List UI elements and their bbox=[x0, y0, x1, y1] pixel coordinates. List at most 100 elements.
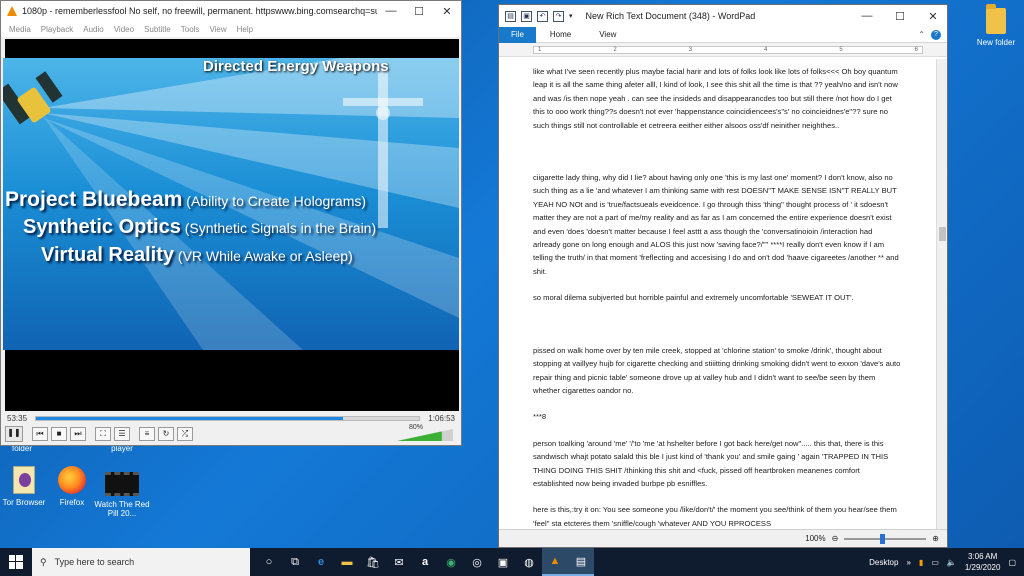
seek-bar[interactable] bbox=[35, 415, 421, 421]
clock-time: 3:06 AM bbox=[967, 552, 998, 561]
playlist-button[interactable]: ≡ bbox=[139, 427, 155, 441]
maximize-button[interactable]: ☐ bbox=[405, 5, 433, 18]
cortana-icon[interactable]: ○ bbox=[256, 548, 282, 576]
clock-date: 1/29/2020 bbox=[964, 563, 1001, 572]
zoom-in-button[interactable]: ⊕ bbox=[932, 534, 939, 543]
collapse-ribbon-icon[interactable]: ⌃ bbox=[918, 30, 925, 40]
tab-home[interactable]: Home bbox=[536, 30, 585, 39]
vlc-cone-icon bbox=[7, 6, 17, 16]
desktop-icon-new-folder[interactable]: New folder bbox=[962, 4, 1024, 47]
task-view-icon[interactable]: ⧉ bbox=[282, 548, 308, 576]
action-center-icon[interactable]: ▢ bbox=[1008, 558, 1016, 567]
menu-playback[interactable]: Playback bbox=[41, 25, 73, 34]
redo-icon[interactable]: ↷ bbox=[553, 10, 564, 22]
document-paragraph: here is this,:try it on: You see someone… bbox=[533, 505, 897, 528]
desktop-toolbar-label[interactable]: Desktop bbox=[869, 558, 898, 567]
wordpad-app-icon: ▤ bbox=[505, 10, 516, 22]
overflow-icon[interactable]: » bbox=[906, 558, 910, 567]
zoom-level: 100% bbox=[805, 534, 826, 543]
vlc-window: 1080p - rememberlessfool No self, no fre… bbox=[0, 0, 462, 446]
document-paragraph: person toalking 'around 'me' '/'to 'me '… bbox=[533, 438, 889, 488]
minimize-button[interactable]: — bbox=[377, 5, 405, 17]
media-app-icon[interactable]: ◎ bbox=[464, 548, 490, 576]
volume-icon[interactable]: 🔈 bbox=[947, 558, 957, 567]
document-paragraph: like what I've seen recently plus maybe … bbox=[533, 67, 898, 130]
volume-triangle bbox=[397, 429, 453, 441]
vertical-scrollbar[interactable] bbox=[936, 59, 947, 529]
document-paragraph: ciigarette lady thing, why did I lie? ab… bbox=[533, 173, 899, 276]
previous-button[interactable]: ⏮ bbox=[32, 427, 48, 441]
vlc-title-bar[interactable]: 1080p - rememberlessfool No self, no fre… bbox=[1, 1, 461, 21]
vlc-controls: 53:35 1:06:53 ❚❚ ⏮ ■ ⏭ ⛶ ☰ ≡ ↻ ⤮ 80% bbox=[1, 411, 461, 445]
wordpad-title-bar[interactable]: ▤ ▣ ↶ ↷ ▾ New Rich Text Document (348) -… bbox=[499, 5, 947, 27]
video-file-icon bbox=[105, 472, 139, 496]
satellite-icon bbox=[3, 71, 63, 125]
store-icon[interactable]: 🛍 bbox=[360, 548, 386, 576]
zoom-slider-knob[interactable] bbox=[880, 533, 886, 544]
tab-file[interactable]: File bbox=[499, 26, 536, 43]
fullscreen-button[interactable]: ⛶ bbox=[95, 427, 111, 441]
document-area[interactable]: like what I've seen recently plus maybe … bbox=[499, 59, 937, 529]
menu-tools[interactable]: Tools bbox=[181, 25, 200, 34]
shuffle-button[interactable]: ⤮ bbox=[177, 427, 193, 441]
video-line-1: Project Bluebeam (Ability to Create Holo… bbox=[5, 188, 367, 211]
extended-settings-button[interactable]: ☰ bbox=[114, 427, 130, 441]
scrollbar-thumb[interactable] bbox=[939, 227, 946, 241]
menu-view[interactable]: View bbox=[209, 25, 226, 34]
wordpad-window-title: New Rich Text Document (348) - WordPad bbox=[585, 11, 756, 21]
network-icon[interactable]: ▭ bbox=[931, 558, 939, 567]
menu-subtitle[interactable]: Subtitle bbox=[144, 25, 171, 34]
tor-browser-icon bbox=[13, 466, 35, 494]
zoom-slider[interactable] bbox=[844, 533, 927, 544]
seek-progress bbox=[36, 416, 343, 420]
total-time: 1:06:53 bbox=[428, 413, 455, 423]
search-placeholder: Type here to search bbox=[54, 557, 135, 567]
video-line-2: Synthetic Optics (Synthetic Signals in t… bbox=[23, 216, 377, 238]
edge-icon[interactable]: e bbox=[308, 548, 334, 576]
clock[interactable]: 3:06 AM 1/29/2020 bbox=[965, 551, 1001, 573]
loop-button[interactable]: ↻ bbox=[158, 427, 174, 441]
desktop-icon-label: New folder bbox=[976, 38, 1016, 47]
customize-toolbar-icon[interactable]: ▾ bbox=[569, 12, 573, 20]
file-explorer-icon[interactable]: ▬ bbox=[334, 548, 360, 576]
maximize-button[interactable]: ☐ bbox=[886, 10, 914, 23]
ribbon-tabs: File Home View ⌃ ? bbox=[499, 26, 947, 43]
save-icon[interactable]: ▣ bbox=[521, 10, 532, 22]
menu-media[interactable]: Media bbox=[9, 25, 31, 34]
desktop: New folder folder player Tor Browser Fir… bbox=[0, 0, 1024, 576]
vlc-taskbar-icon[interactable]: ▲ bbox=[542, 548, 568, 576]
pause-button[interactable]: ❚❚ bbox=[5, 426, 23, 442]
wordpad-taskbar-icon[interactable]: ▤ bbox=[568, 548, 594, 576]
menu-audio[interactable]: Audio bbox=[83, 25, 103, 34]
menu-video[interactable]: Video bbox=[114, 25, 134, 34]
volume-slider[interactable]: 80% bbox=[395, 424, 455, 442]
notification-warning-icon[interactable]: ▮ bbox=[919, 558, 923, 567]
stop-button[interactable]: ■ bbox=[51, 427, 67, 441]
mail-icon[interactable]: ✉ bbox=[386, 548, 412, 576]
taskbar-search-box[interactable]: ⚲ Type here to search bbox=[32, 548, 250, 576]
close-button[interactable]: ✕ bbox=[433, 5, 461, 18]
help-icon[interactable]: ? bbox=[931, 29, 941, 40]
vlc-window-title: 1080p - rememberlessfool No self, no fre… bbox=[22, 6, 377, 16]
zoom-out-button[interactable]: ⊖ bbox=[832, 534, 839, 543]
menu-help[interactable]: Help bbox=[237, 25, 253, 34]
search-icon: ⚲ bbox=[40, 556, 47, 567]
close-button[interactable]: ✕ bbox=[919, 10, 947, 23]
video-frame: Directed Energy Weapons Project Bluebeam… bbox=[3, 58, 459, 350]
tripadvisor-icon[interactable]: ◉ bbox=[438, 548, 464, 576]
minimize-button[interactable]: — bbox=[853, 10, 881, 22]
desktop-icon-label: Watch The Red Pill 20... bbox=[94, 500, 150, 519]
windows-logo-icon bbox=[9, 555, 23, 569]
amazon-icon[interactable]: a bbox=[412, 548, 438, 576]
document-paragraph: pissed on walk home over by ten mile cre… bbox=[533, 345, 901, 395]
tab-view[interactable]: View bbox=[585, 30, 630, 39]
next-button[interactable]: ⏭ bbox=[70, 427, 86, 441]
wordpad-window: ▤ ▣ ↶ ↷ ▾ New Rich Text Document (348) -… bbox=[498, 4, 948, 548]
desktop-icon-video[interactable]: Watch The Red Pill 20... bbox=[88, 472, 156, 518]
start-button[interactable] bbox=[0, 548, 32, 576]
video-line-3: Virtual Reality (VR While Awake or Aslee… bbox=[41, 244, 353, 266]
chrome-like-icon[interactable]: ◍ bbox=[516, 548, 542, 576]
ruler[interactable]: 123456 bbox=[499, 43, 947, 57]
camera-app-icon[interactable]: ▣ bbox=[490, 548, 516, 576]
undo-icon[interactable]: ↶ bbox=[537, 10, 548, 22]
